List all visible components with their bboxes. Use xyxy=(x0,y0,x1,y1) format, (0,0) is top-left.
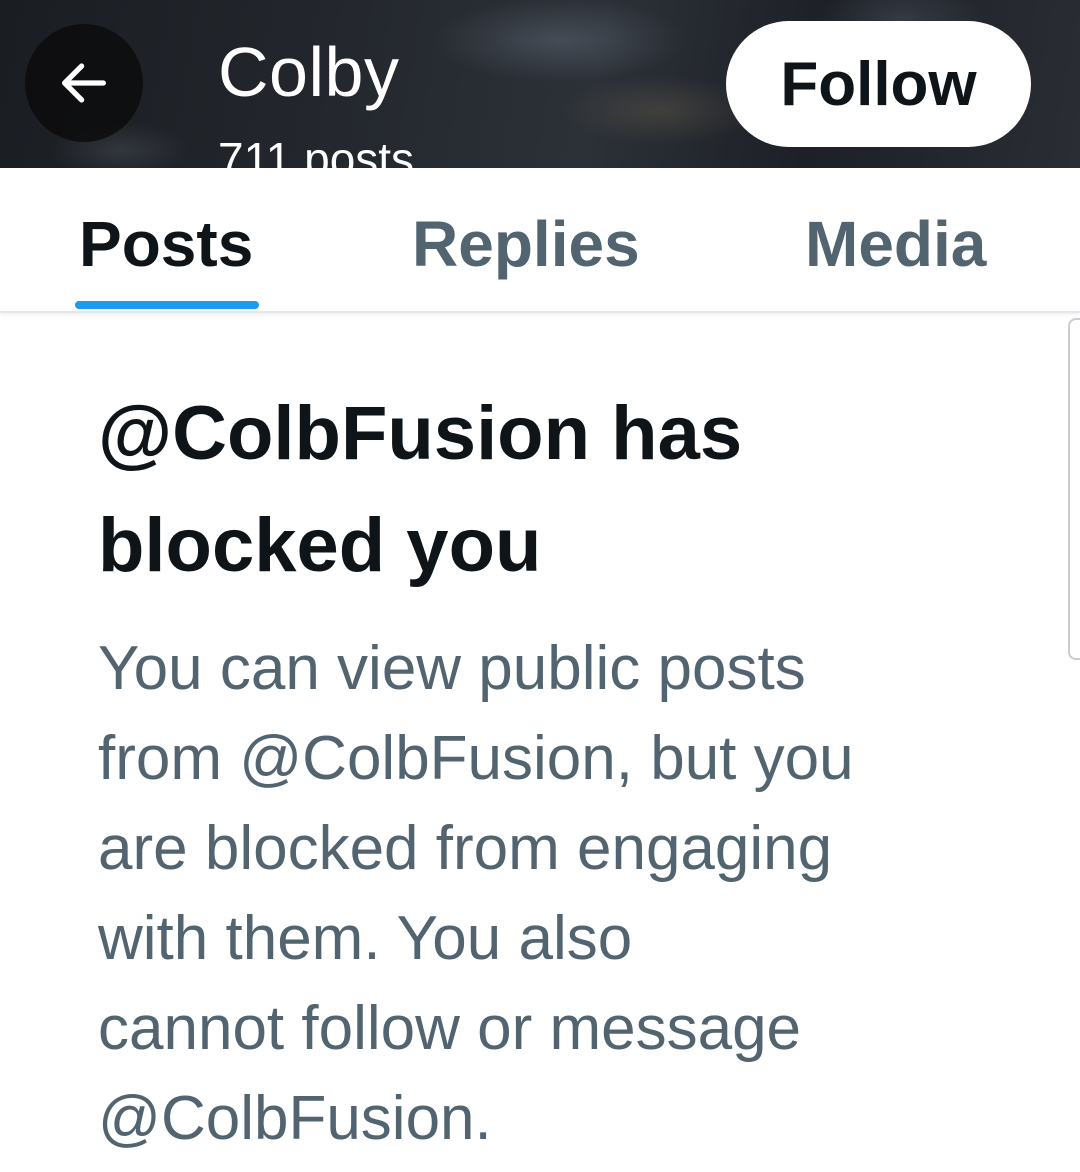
follow-button-label: Follow xyxy=(780,49,977,119)
tab-replies-label: Replies xyxy=(412,208,640,280)
blocked-title-line: blocked you xyxy=(98,503,542,588)
back-button[interactable] xyxy=(25,24,143,142)
blocked-title-line: @ColbFusion has xyxy=(98,391,743,476)
blocked-description-line: @ColbFusion. xyxy=(98,1084,492,1153)
profile-page: Colby 711 posts Follow Posts Replies Med… xyxy=(0,0,1080,1172)
follow-button[interactable]: Follow xyxy=(726,21,1031,147)
blocked-description-line: You can view public posts xyxy=(98,634,806,703)
arrow-left-icon xyxy=(62,63,106,103)
tab-media[interactable]: Media xyxy=(805,168,1005,311)
post-count: 711 posts xyxy=(218,133,415,168)
tab-replies[interactable]: Replies xyxy=(412,168,652,311)
tab-posts[interactable]: Posts xyxy=(75,168,260,311)
tab-posts-label: Posts xyxy=(79,208,254,280)
blocked-description-line: cannot follow or message xyxy=(98,994,802,1063)
selected-tab-indicator xyxy=(75,301,259,309)
scrollbar[interactable] xyxy=(1068,318,1080,660)
blocked-description-line: with them. You also xyxy=(98,904,633,973)
tab-media-label: Media xyxy=(805,208,987,280)
blocked-description: You can view public posts from @ColbFusi… xyxy=(98,624,998,1164)
blocked-title: @ColbFusion has blocked you xyxy=(98,378,998,602)
profile-header: Colby 711 posts Follow xyxy=(0,0,1080,168)
profile-name: Colby xyxy=(218,33,400,111)
profile-tabs: Posts Replies Media xyxy=(0,168,1080,313)
blocked-description-line: from @ColbFusion, but you xyxy=(98,724,854,793)
blocked-description-line: are blocked from engaging xyxy=(98,814,833,883)
